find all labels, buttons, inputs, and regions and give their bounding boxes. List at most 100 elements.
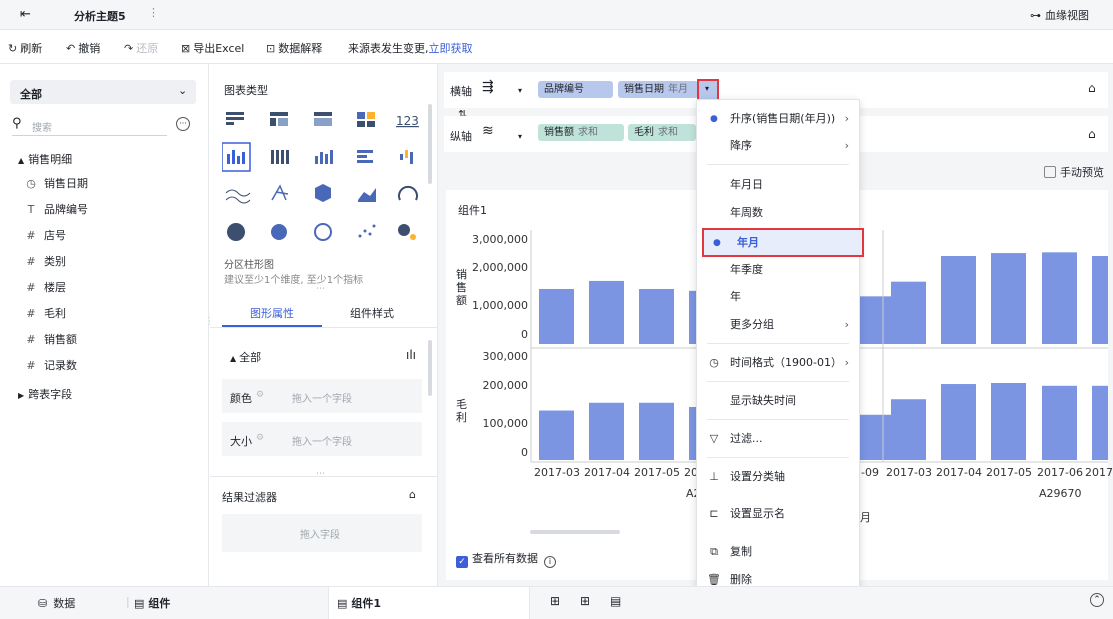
data-explain-button[interactable]: ⊡ 数据解释	[266, 40, 322, 56]
chart-bar[interactable]	[991, 382, 1026, 460]
color-drop-zone[interactable]: 颜色 ⚙ 拖入一个字段	[222, 379, 422, 413]
chart-bar[interactable]	[589, 402, 624, 460]
field-item[interactable]: # 类别	[24, 253, 66, 269]
menu-year-quarter[interactable]: 年季度	[697, 257, 859, 283]
y-axis-icon[interactable]: ≋	[482, 123, 494, 139]
menu-sort-asc[interactable]: ● 升序(销售日期(年月)) ›	[697, 106, 859, 132]
text-type-icon: T	[27, 203, 35, 216]
lineage-view-button[interactable]: ⊶ 血缘视图	[1030, 7, 1089, 23]
chart-bar[interactable]	[639, 289, 674, 344]
chart-bar[interactable]	[941, 384, 976, 460]
more-icon[interactable]: ⋮	[148, 6, 159, 19]
menu-year-week[interactable]: 年周数	[697, 200, 859, 226]
field-item[interactable]: # 毛利	[24, 305, 66, 321]
tab-graph-properties[interactable]: 图形属性	[250, 305, 294, 321]
chart-bar[interactable]	[639, 402, 674, 460]
y-axis-settings-icon[interactable]: ⌂	[1088, 127, 1096, 141]
all-node[interactable]: ▲ 全部	[230, 349, 261, 365]
field-item[interactable]: # 销售额	[24, 331, 77, 347]
options-icon[interactable]: ···	[176, 117, 190, 131]
components-tab[interactable]: ▤ 组件	[134, 595, 170, 611]
cross-table-node[interactable]: ▶ 跨表字段	[18, 386, 72, 402]
chip-label: 品牌编号	[544, 84, 584, 95]
data-tab[interactable]: ⛁ 数据	[38, 595, 75, 611]
tab-component-style[interactable]: 组件样式	[350, 305, 394, 321]
menu-filter[interactable]: ▽ 过滤...	[697, 426, 859, 452]
chart-bar[interactable]	[856, 414, 891, 460]
view-all-data-toggle[interactable]: ✓ 查看所有数据 i	[456, 550, 556, 568]
result-filter-drop-zone[interactable]: 拖入字段	[222, 514, 422, 552]
drag-handle[interactable]: ⋯	[316, 469, 325, 479]
chart-bar[interactable]	[891, 281, 926, 344]
x-axis-icon[interactable]: ⇶	[482, 79, 494, 95]
all-label: 全部	[239, 351, 262, 364]
drag-handle[interactable]: ⋯	[316, 284, 325, 294]
menu-set-category-axis[interactable]: ⊥ 设置分类轴	[697, 464, 859, 490]
chart-bar[interactable]	[891, 399, 926, 460]
scope-select[interactable]: 全部 ⌄	[10, 80, 196, 104]
info-icon[interactable]: i	[544, 556, 556, 568]
menu-year[interactable]: 年	[697, 284, 859, 310]
component1-tab[interactable]: ▤ 组件1	[328, 587, 530, 619]
add-dashboard-icon[interactable]: ⊞	[580, 594, 590, 608]
copy-icon: ⧉	[710, 545, 718, 558]
export-excel-button[interactable]: ⊠ 导出Excel	[181, 40, 244, 56]
fetch-now-link[interactable]: 立即获取	[429, 42, 473, 55]
menu-year-month-day[interactable]: 年月日	[697, 172, 859, 198]
chart-bar[interactable]	[589, 280, 624, 344]
chip-sub: 求和	[578, 127, 598, 138]
chart-bar[interactable]	[1092, 256, 1108, 344]
chart-bar[interactable]	[539, 289, 574, 344]
bar-style-icon[interactable]: ılı	[406, 348, 416, 362]
menu-year-month[interactable]: ● 年月	[702, 228, 864, 257]
caret-right-icon: ▶	[18, 391, 25, 400]
scrollbar[interactable]	[428, 104, 432, 184]
horizontal-scrollbar[interactable]	[530, 530, 620, 534]
chart-bar[interactable]	[1042, 385, 1077, 460]
x-chip-date[interactable]: 销售日期 年月	[618, 81, 698, 98]
table-node[interactable]: ▲ 销售明细	[18, 151, 72, 167]
x-axis-settings-icon[interactable]: ⌂	[1088, 81, 1096, 95]
field-item[interactable]: ◷ 销售日期	[24, 175, 88, 191]
field-item[interactable]: # 记录数	[24, 357, 77, 373]
menu-show-missing-time[interactable]: 显示缺失时间	[697, 388, 859, 414]
chart-bar[interactable]	[539, 410, 574, 460]
y-axis-caret-icon[interactable]: ▾	[518, 132, 522, 141]
caret-down-icon: ▾	[705, 84, 710, 93]
chart-bar[interactable]	[1092, 385, 1108, 460]
chip-sub: 年月	[668, 84, 688, 95]
filter-settings-icon[interactable]: ⌂	[409, 488, 416, 501]
manual-preview-checkbox[interactable]	[1044, 166, 1056, 178]
chart-bar[interactable]	[856, 296, 891, 344]
size-drop-zone[interactable]: 大小 ⚙ 拖入一个字段	[222, 422, 422, 456]
search-input[interactable]: ⚲ 搜索	[12, 114, 167, 136]
undo-button[interactable]: ↶ 撤销	[66, 40, 100, 56]
hexagon-chart-icon	[315, 184, 331, 202]
back-icon[interactable]: ⇤	[20, 7, 31, 22]
field-item[interactable]: # 楼层	[24, 279, 66, 295]
field-item[interactable]: # 店号	[24, 227, 66, 243]
y-chip-sales[interactable]: 销售额 求和	[538, 124, 624, 141]
menu-copy[interactable]: ⧉ 复制	[697, 539, 859, 565]
menu-set-display-name[interactable]: ⊏ 设置显示名	[697, 501, 859, 527]
collapse-icon[interactable]: ⌃	[1090, 593, 1104, 607]
menu-more-groups[interactable]: 更多分组 ›	[697, 312, 859, 338]
add-report-icon[interactable]: ▤	[610, 594, 621, 608]
chart-bar[interactable]	[941, 256, 976, 344]
refresh-button[interactable]: ↻ 刷新	[8, 40, 42, 56]
add-component-icon[interactable]: ⊞	[550, 594, 560, 608]
menu-sort-desc[interactable]: 降序 ›	[697, 133, 859, 159]
scrollbar[interactable]	[428, 340, 432, 396]
chart-bar[interactable]	[1042, 252, 1077, 344]
manual-preview-toggle[interactable]: 手动预览	[1044, 164, 1104, 180]
redo-button[interactable]: ↷ 还原	[124, 40, 158, 56]
x-chip-brand[interactable]: 品牌编号	[538, 81, 613, 98]
y-chip-profit[interactable]: 毛利 求和	[628, 124, 696, 141]
view-all-checkbox[interactable]: ✓	[456, 556, 468, 568]
chart-type-grid[interactable]: 123	[222, 108, 422, 248]
field-item[interactable]: T 品牌编号	[24, 201, 88, 217]
menu-time-format[interactable]: ◷ 时间格式（1900-01） ›	[697, 350, 859, 376]
chart-bar[interactable]	[991, 253, 1026, 344]
x-axis-caret-icon[interactable]: ▾	[518, 86, 522, 95]
x-chip-dropdown-button[interactable]: ▾	[697, 79, 719, 101]
